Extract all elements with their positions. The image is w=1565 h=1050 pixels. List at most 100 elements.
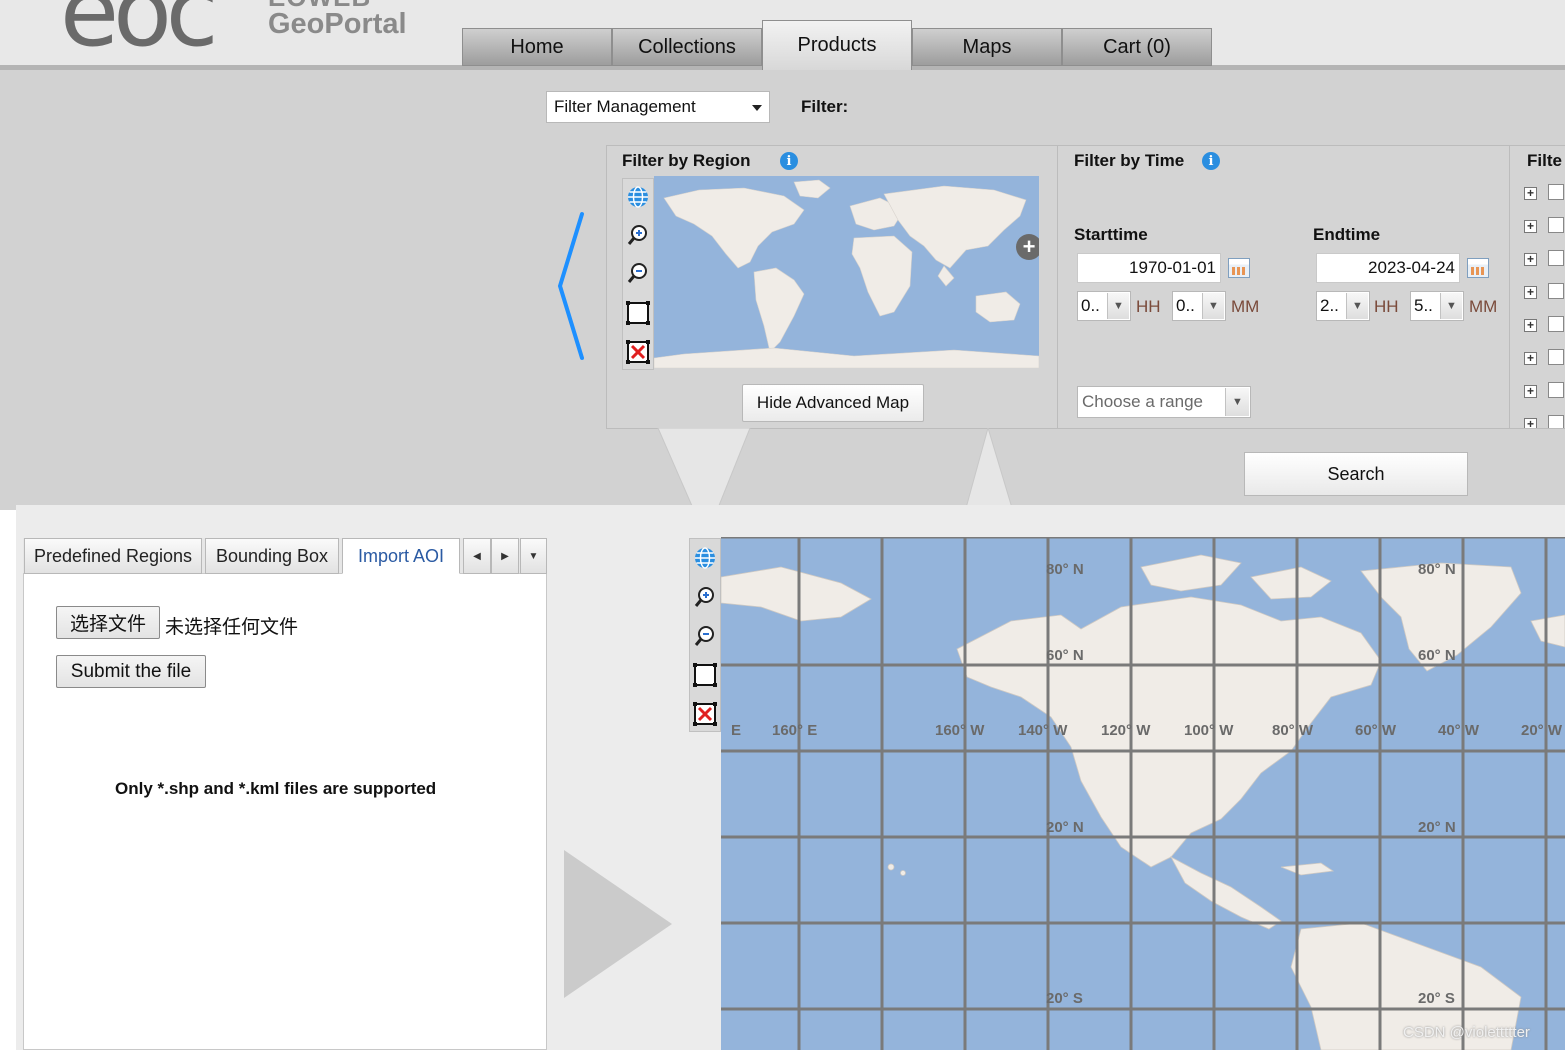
- endtime-date-input[interactable]: 2023-04-24: [1316, 253, 1460, 283]
- supported-formats-note: Only *.shp and *.kml files are supported: [115, 779, 437, 798]
- submit-file-button[interactable]: Submit the file: [56, 655, 206, 688]
- lat-label: 20° N: [1418, 819, 1456, 836]
- expand-plus-icon[interactable]: +: [1524, 220, 1537, 233]
- lon-label: 140° W: [1018, 722, 1068, 739]
- draw-box-icon[interactable]: [624, 296, 652, 330]
- starttime-hour-select[interactable]: 0.. ▼: [1077, 291, 1131, 321]
- lon-label: 60° W: [1355, 722, 1397, 739]
- endtime-minute-select[interactable]: 5.. ▼: [1410, 291, 1464, 321]
- region-info-icon[interactable]: i: [780, 152, 798, 170]
- tab-import-aoi[interactable]: Import AOI: [342, 538, 460, 574]
- nav-tab-home[interactable]: Home: [462, 28, 612, 66]
- search-button[interactable]: Search: [1244, 452, 1468, 496]
- filter-checkbox[interactable]: [1548, 415, 1564, 428]
- endtime-calendar-icon[interactable]: [1467, 258, 1489, 278]
- filter-management-select[interactable]: Filter Management: [546, 91, 770, 123]
- lon-label: E: [731, 722, 742, 739]
- region-panel-title: Filter by Region: [622, 151, 751, 170]
- chevron-down-icon: ▼: [1440, 293, 1462, 319]
- globe-icon[interactable]: [624, 180, 652, 214]
- lat-label: 60° N: [1046, 647, 1084, 664]
- logo-text-bottom: GeoPortal: [268, 8, 407, 40]
- endtime-minute-value: 5..: [1414, 296, 1433, 315]
- zoom-out-icon[interactable]: [691, 619, 719, 653]
- tab-scroll-left-icon[interactable]: ◀: [463, 538, 491, 574]
- tab-menu-chevron-down-icon[interactable]: ▼: [520, 538, 547, 574]
- starttime-minute-unit: MM: [1231, 297, 1260, 316]
- nav-tab-collections[interactable]: Collections: [612, 28, 762, 66]
- time-info-icon[interactable]: i: [1202, 152, 1220, 170]
- tab-predefined-regions[interactable]: Predefined Regions: [24, 538, 202, 574]
- choose-file-button[interactable]: 选择文件: [56, 606, 160, 639]
- expand-plus-icon[interactable]: +: [1524, 352, 1537, 365]
- chevron-down-icon: ▼: [1225, 388, 1249, 416]
- clear-box-icon[interactable]: [691, 697, 719, 731]
- expand-plus-icon[interactable]: +: [1524, 385, 1537, 398]
- starttime-minute-value: 0..: [1176, 296, 1195, 315]
- chevron-down-icon: ▼: [1202, 293, 1224, 319]
- zoom-in-icon[interactable]: [691, 580, 719, 614]
- expand-plus-icon[interactable]: +: [1524, 187, 1537, 200]
- filter-checkbox[interactable]: [1548, 349, 1564, 365]
- hide-advanced-map-button[interactable]: Hide Advanced Map: [742, 384, 924, 422]
- collapse-chevron-icon[interactable]: [552, 206, 592, 366]
- lat-label: 20° S: [1418, 990, 1455, 1007]
- endtime-label: Endtime: [1313, 225, 1381, 244]
- starttime-minute-select[interactable]: 0.. ▼: [1172, 291, 1226, 321]
- lat-label: 80° N: [1046, 561, 1084, 578]
- starttime-date-input[interactable]: 1970-01-01: [1077, 253, 1221, 283]
- endtime-hour-select[interactable]: 2.. ▼: [1316, 291, 1370, 321]
- small-world-map[interactable]: +: [654, 176, 1039, 368]
- lat-label: 80° N: [1418, 561, 1456, 578]
- chevron-down-icon: ▼: [1346, 293, 1368, 319]
- filter-checkbox[interactable]: [1548, 283, 1564, 299]
- caret-down-icon: [752, 105, 762, 111]
- chevron-down-icon: ▼: [1107, 293, 1129, 319]
- lon-label: 120° W: [1101, 722, 1151, 739]
- nav-tab-products[interactable]: Products: [762, 20, 912, 70]
- other-panel-title: Filte: [1527, 151, 1562, 170]
- expand-panel-triangle-icon[interactable]: [560, 846, 680, 1006]
- nav-tab-maps[interactable]: Maps: [912, 28, 1062, 66]
- zoom-in-icon[interactable]: [624, 218, 652, 252]
- tab-bounding-box[interactable]: Bounding Box: [205, 538, 339, 574]
- lon-label: 160° E: [772, 722, 818, 739]
- starttime-label: Starttime: [1074, 225, 1148, 244]
- lon-label: 80° W: [1272, 722, 1314, 739]
- logo-mark: eoc: [60, 0, 219, 68]
- endtime-minute-unit: MM: [1469, 297, 1498, 316]
- starttime-calendar-icon[interactable]: [1228, 258, 1250, 278]
- time-range-placeholder: Choose a range: [1082, 392, 1203, 411]
- expand-plus-icon[interactable]: +: [1524, 418, 1537, 428]
- zoom-out-icon[interactable]: [624, 256, 652, 290]
- advanced-map-canvas: [721, 537, 1565, 1050]
- tab-scroll-right-icon[interactable]: ▶: [491, 538, 519, 574]
- watermark: CSDN @violettttter: [1403, 1024, 1530, 1041]
- nav-tab-cart[interactable]: Cart (0): [1062, 28, 1212, 66]
- endtime-hour-value: 2..: [1320, 296, 1339, 315]
- draw-box-icon[interactable]: [691, 658, 719, 692]
- endtime-hour-unit: HH: [1374, 297, 1399, 316]
- no-file-chosen-text: 未选择任何文件: [165, 617, 299, 638]
- lon-label: 40° W: [1438, 722, 1480, 739]
- expand-plus-icon[interactable]: +: [1524, 319, 1537, 332]
- lon-label: 160° W: [935, 722, 985, 739]
- starttime-hour-value: 0..: [1081, 296, 1100, 315]
- filter-checkbox[interactable]: [1548, 217, 1564, 233]
- filter-management-value: Filter Management: [554, 97, 696, 116]
- advanced-map[interactable]: 80° N 60° N 20° N 20° S 80° N 60° N 20° …: [721, 537, 1565, 1050]
- filter-checkbox[interactable]: [1548, 250, 1564, 266]
- expand-plus-icon[interactable]: +: [1524, 286, 1537, 299]
- expand-map-icon[interactable]: +: [1016, 234, 1039, 260]
- left-edge-strip: [0, 510, 16, 1050]
- lon-label: 100° W: [1184, 722, 1234, 739]
- expand-plus-icon[interactable]: +: [1524, 253, 1537, 266]
- filter-checkbox[interactable]: [1548, 382, 1564, 398]
- filter-label: Filter:: [801, 97, 849, 116]
- clear-box-icon[interactable]: [624, 335, 652, 369]
- filter-checkbox[interactable]: [1548, 184, 1564, 200]
- filter-checkbox[interactable]: [1548, 316, 1564, 332]
- globe-icon[interactable]: [691, 541, 719, 575]
- time-range-select[interactable]: Choose a range ▼: [1077, 386, 1251, 418]
- lon-label: 20° W: [1521, 722, 1563, 739]
